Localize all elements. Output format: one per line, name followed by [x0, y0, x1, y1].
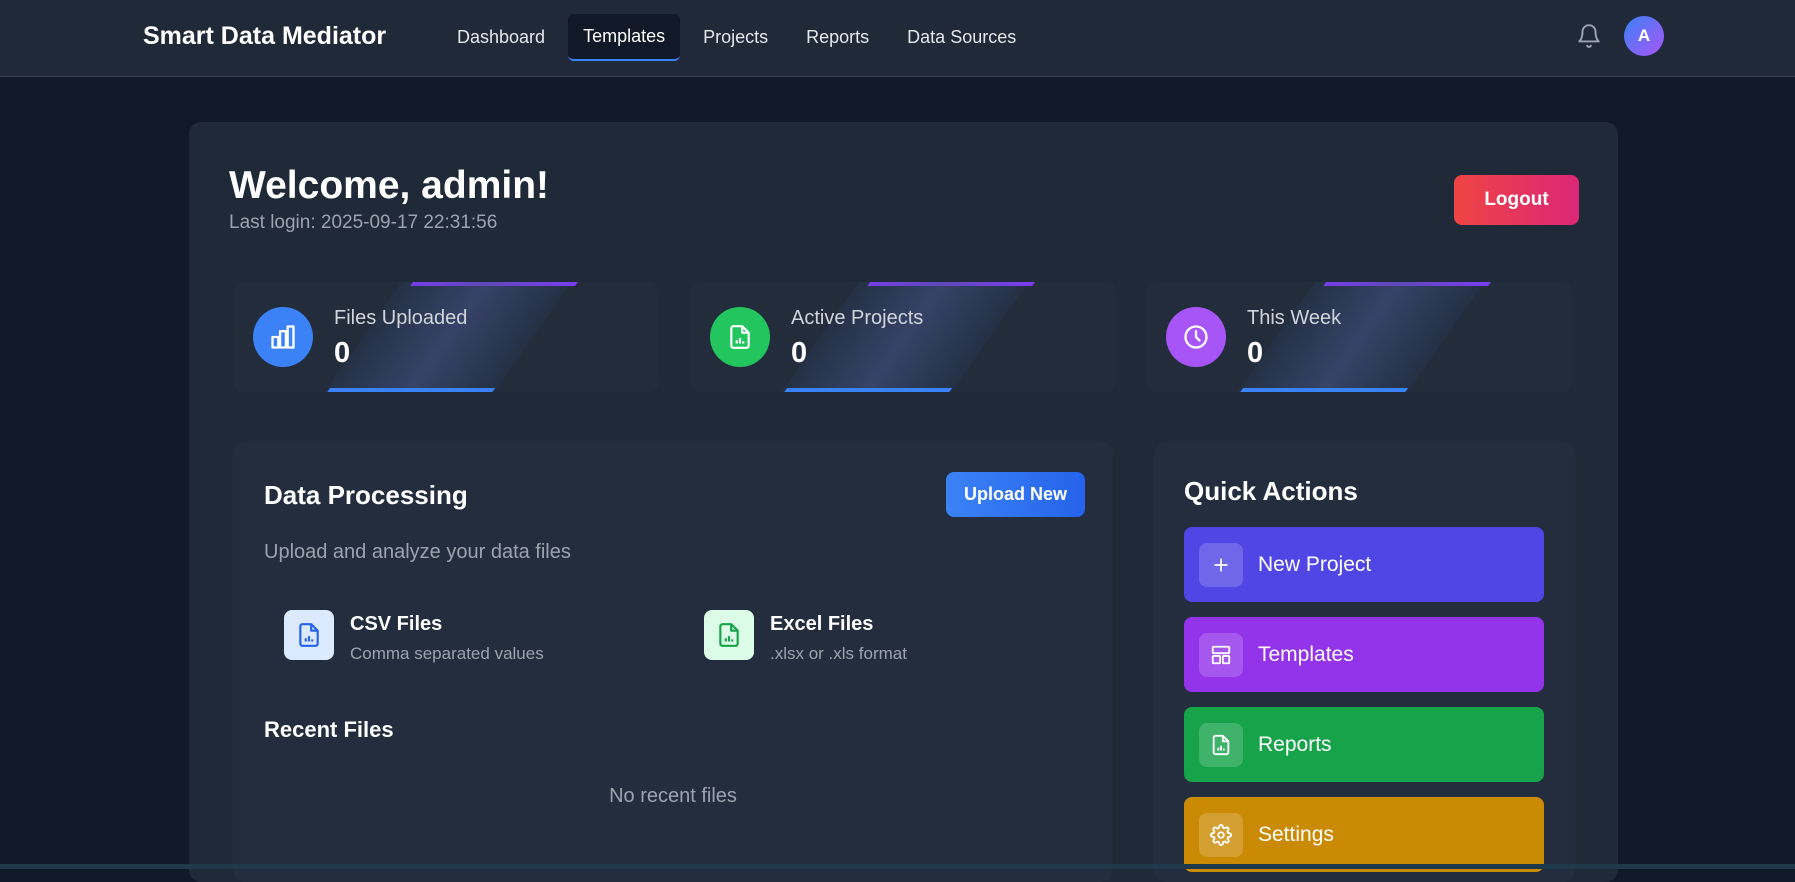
- template-icon: [1199, 632, 1243, 677]
- stat-label: This Week: [1247, 307, 1342, 329]
- card-accent-bottom: [325, 388, 496, 392]
- quick-action-label: Reports: [1258, 732, 1332, 756]
- upload-new-button[interactable]: Upload New: [946, 472, 1085, 517]
- quick-action-label: Settings: [1258, 822, 1334, 846]
- card-sheen: [324, 282, 572, 392]
- dashboard-card: Welcome, admin! Last login: 2025-09-17 2…: [189, 122, 1618, 882]
- stat-value: 0: [791, 337, 808, 369]
- quick-action-templates[interactable]: Templates: [1184, 617, 1544, 692]
- clock-icon: [1166, 307, 1226, 367]
- quick-actions-panel: Quick Actions New Project Templates Repo…: [1154, 442, 1575, 882]
- quick-action-reports[interactable]: Reports: [1184, 707, 1544, 782]
- csv-file-icon: [284, 610, 334, 660]
- stat-value: 0: [1247, 337, 1264, 369]
- nav-templates[interactable]: Templates: [568, 14, 681, 61]
- report-icon: [1199, 722, 1243, 767]
- file-type-desc: .xlsx or .xls format: [770, 644, 907, 663]
- card-sheen: [1237, 282, 1485, 392]
- file-type-excel[interactable]: Excel Files .xlsx or .xls format: [704, 610, 907, 664]
- nav-reports[interactable]: Reports: [791, 14, 884, 61]
- panel-subtitle: Upload and analyze your data files: [264, 541, 571, 563]
- file-type-csv[interactable]: CSV Files Comma separated values: [284, 610, 544, 664]
- recent-files-heading: Recent Files: [264, 717, 394, 742]
- card-accent-bottom: [1238, 388, 1409, 392]
- excel-file-icon: [704, 610, 754, 660]
- quick-action-label: Templates: [1258, 642, 1354, 666]
- app-title[interactable]: Smart Data Mediator: [143, 22, 386, 51]
- main-nav: Dashboard Templates Projects Reports Dat…: [442, 14, 1031, 61]
- file-chart-icon: [710, 307, 770, 367]
- bar-chart-icon: [253, 307, 313, 367]
- bell-icon[interactable]: [1576, 22, 1602, 50]
- avatar[interactable]: A: [1624, 16, 1664, 56]
- top-navbar: Smart Data Mediator Dashboard Templates …: [0, 0, 1795, 77]
- stat-label: Active Projects: [791, 307, 924, 329]
- quick-action-label: New Project: [1258, 552, 1372, 576]
- bottom-edge: [0, 864, 1795, 869]
- file-type-desc: Comma separated values: [350, 644, 544, 663]
- card-accent-bottom: [782, 388, 953, 392]
- stat-card-files-uploaded: Files Uploaded 0: [233, 282, 659, 392]
- plus-icon: [1199, 542, 1243, 587]
- nav-dashboard[interactable]: Dashboard: [442, 14, 560, 61]
- data-processing-panel: Data Processing Upload New Upload and an…: [233, 442, 1113, 882]
- quick-action-new-project[interactable]: New Project: [1184, 527, 1544, 602]
- welcome-heading: Welcome, admin!: [229, 164, 550, 207]
- file-type-title: CSV Files: [350, 613, 443, 635]
- last-login-text: Last login: 2025-09-17 22:31:56: [229, 212, 498, 233]
- stat-label: Files Uploaded: [334, 307, 468, 329]
- gear-icon: [1199, 812, 1243, 857]
- stat-value: 0: [334, 337, 351, 369]
- stat-card-this-week: This Week 0: [1146, 282, 1572, 392]
- logout-button[interactable]: Logout: [1454, 175, 1579, 225]
- recent-files-empty: No recent files: [609, 785, 737, 807]
- panel-title: Quick Actions: [1184, 476, 1358, 506]
- stat-card-active-projects: Active Projects 0: [690, 282, 1116, 392]
- nav-data-sources[interactable]: Data Sources: [892, 14, 1031, 61]
- quick-action-settings[interactable]: Settings: [1184, 797, 1544, 872]
- file-type-title: Excel Files: [770, 613, 874, 635]
- panel-title: Data Processing: [264, 480, 468, 510]
- nav-projects[interactable]: Projects: [688, 14, 783, 61]
- card-sheen: [781, 282, 1029, 392]
